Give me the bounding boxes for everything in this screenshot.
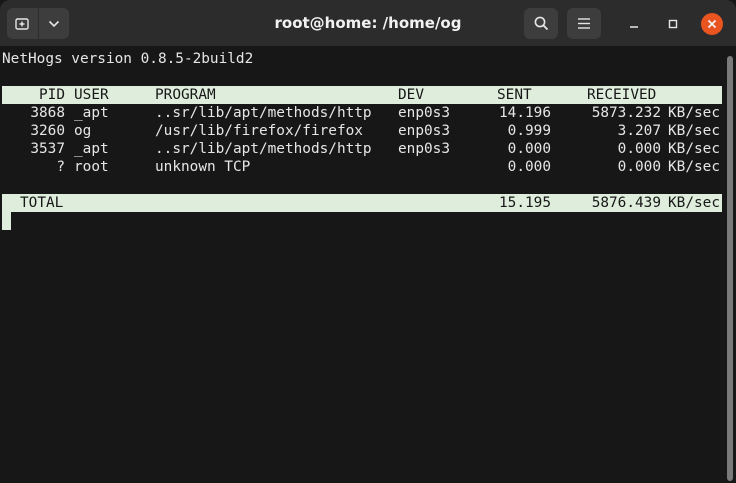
row-program: unknown TCP — [155, 159, 251, 175]
header-dev: DEV — [398, 87, 424, 103]
minimize-icon — [630, 26, 638, 28]
row-received: 0.000 — [617, 141, 661, 157]
total-label: TOTAL — [20, 195, 64, 211]
row-pid: 3260 — [30, 123, 65, 139]
row-sent: 14.196 — [499, 105, 551, 121]
version-line: NetHogs version 0.8.5-2build2 — [2, 51, 254, 67]
maximize-button[interactable] — [662, 13, 684, 35]
row-sent: 0.000 — [507, 141, 551, 157]
total-row: TOTAL 15.195 5876.439 KB/sec — [2, 194, 722, 212]
row-program: /usr/lib/firefox/firefox — [155, 123, 363, 139]
row-program: ..sr/lib/apt/methods/http — [155, 105, 372, 121]
header-pid: PID — [39, 87, 65, 103]
row-pid: 3537 — [30, 141, 65, 157]
table-header: PID USER PROGRAM DEV SENT RECEIVED — [2, 86, 722, 104]
total-sent: 15.195 — [499, 195, 551, 211]
row-received: 3.207 — [617, 123, 661, 139]
row-dev: enp0s3 — [398, 141, 450, 157]
search-button[interactable] — [524, 8, 558, 39]
row-received: 5873.232 — [591, 105, 661, 121]
row-sent: 0.999 — [507, 123, 551, 139]
close-button[interactable] — [701, 13, 723, 35]
row-dev: enp0s3 — [398, 105, 450, 121]
close-icon — [707, 19, 717, 29]
search-icon — [534, 16, 548, 31]
terminal-window: root@home: /home/og NetHogs version 0.8.… — [0, 0, 736, 483]
row-program: ..sr/lib/apt/methods/http — [155, 141, 372, 157]
row-user: og — [74, 123, 92, 139]
row-user: root — [74, 159, 109, 175]
row-user: _apt — [74, 141, 109, 157]
table-row: 3260 og /usr/lib/firefox/firefox enp0s3 … — [2, 122, 722, 140]
hamburger-menu-icon — [578, 18, 590, 29]
table-row: 3868 _apt ..sr/lib/apt/methods/http enp0… — [2, 104, 722, 122]
row-received: 0.000 — [617, 159, 661, 175]
row-unit: KB/sec — [668, 141, 720, 157]
total-unit: KB/sec — [668, 195, 720, 211]
total-received: 5876.439 — [591, 195, 661, 211]
text-cursor — [2, 212, 11, 230]
row-unit: KB/sec — [668, 159, 720, 175]
row-unit: KB/sec — [668, 105, 720, 121]
title-bar: root@home: /home/og — [0, 0, 736, 46]
menu-button[interactable] — [567, 8, 601, 39]
row-sent: 0.000 — [507, 159, 551, 175]
table-row: 3537 _apt ..sr/lib/apt/methods/http enp0… — [2, 140, 722, 158]
terminal-output[interactable]: NetHogs version 0.8.5-2build2 PID USER P… — [0, 46, 736, 483]
table-row: ? root unknown TCP 0.000 0.000 KB/sec — [2, 158, 722, 176]
row-unit: KB/sec — [668, 123, 720, 139]
header-sent: SENT — [497, 87, 532, 103]
minimize-button[interactable] — [623, 13, 645, 35]
row-user: _apt — [74, 105, 109, 121]
row-pid: 3868 — [30, 105, 65, 121]
header-received: RECEIVED — [587, 87, 657, 103]
scrollbar[interactable] — [727, 56, 733, 481]
header-program: PROGRAM — [155, 87, 216, 103]
header-user: USER — [74, 87, 109, 103]
row-dev: enp0s3 — [398, 123, 450, 139]
row-pid: ? — [56, 159, 65, 175]
maximize-icon — [668, 19, 678, 29]
